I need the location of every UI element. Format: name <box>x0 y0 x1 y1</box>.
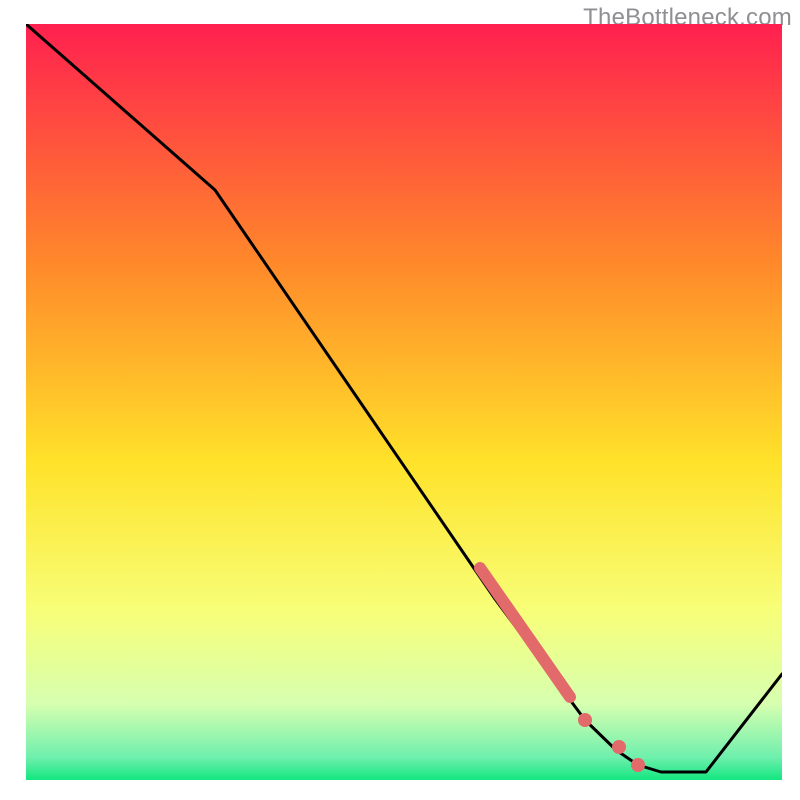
heat-background <box>26 24 782 780</box>
chart-canvas: TheBottleneck.com <box>0 0 800 800</box>
highlight-dot <box>631 758 645 772</box>
plot-svg <box>26 24 782 780</box>
plot-area <box>26 24 782 780</box>
highlight-dot <box>578 713 592 727</box>
highlight-dot <box>612 740 626 754</box>
